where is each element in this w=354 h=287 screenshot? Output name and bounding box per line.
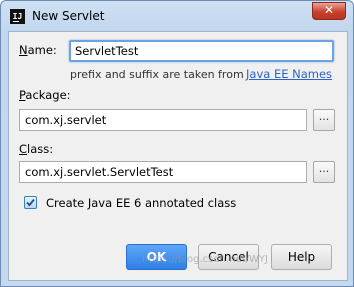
hint-text: prefix and suffix are taken from [70,68,244,81]
annotated-class-checkbox[interactable] [24,196,37,209]
class-label: Class: [19,142,54,156]
close-icon: ✕ [323,3,335,17]
package-browse-button[interactable]: ... [313,109,335,131]
title-bar[interactable]: IJ New Servlet ✕ [1,1,353,31]
checkmark-icon [26,198,35,207]
app-icon-text: IJ [12,12,23,21]
class-browse-button[interactable]: ... [313,161,335,183]
close-button[interactable]: ✕ [312,2,346,20]
annotated-class-label[interactable]: Create Java EE 6 annotated class [46,196,236,210]
class-input[interactable]: com.xj.servlet.ServletTest [19,161,307,183]
help-button[interactable]: Help [271,244,332,270]
window-title: New Servlet [32,9,105,23]
package-label: Package: [19,88,71,102]
name-label: Name: [19,43,57,57]
java-ee-names-link[interactable]: Java EE Names [246,67,332,81]
dialog-content: Name: ServletTest prefix and suffix are … [8,31,348,281]
package-input[interactable]: com.xj.servlet [19,109,307,131]
watermark: https://blog.csdn.net/WYJ [142,254,268,265]
name-input[interactable]: ServletTest [69,40,334,62]
dialog-window: IJ New Servlet ✕ Name: ServletTest prefi… [0,0,354,287]
intellij-app-icon: IJ [10,9,25,24]
